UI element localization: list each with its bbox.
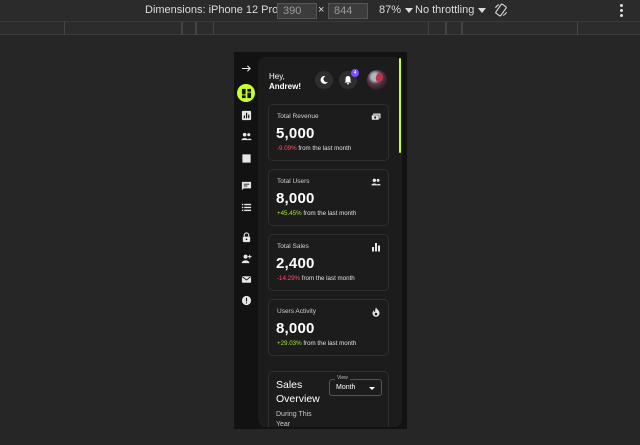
dashboard-icon <box>241 88 251 98</box>
overview-title: Sales Overview <box>276 379 320 405</box>
stat-card-activity: Users Activity 8,000 +29.03% from the la… <box>268 299 389 356</box>
chevron-down-icon <box>369 387 375 390</box>
stat-card-users: Total Users 8,000 +45.45% from the last … <box>268 169 389 226</box>
card-delta: -14.29% from the last month <box>277 275 355 282</box>
device-selector[interactable]: Dimensions: iPhone 12 Pro <box>145 4 292 16</box>
media-query-bar <box>0 22 640 35</box>
delta-suffix: from the last month <box>300 275 355 282</box>
sidebar-item-security[interactable] <box>237 228 255 246</box>
card-delta: +29.03% from the last month <box>277 340 356 347</box>
delta-suffix: from the last month <box>296 145 352 152</box>
scrollbar-thumb[interactable] <box>399 58 401 153</box>
people-icon <box>240 132 252 140</box>
viewport-height-input[interactable]: 844 <box>328 3 368 19</box>
delta-percent: +29.03% <box>277 340 302 347</box>
media-query-segment[interactable] <box>462 22 578 35</box>
throttling-label: No throttling <box>415 4 475 16</box>
notifications-button[interactable]: 4 <box>339 69 359 89</box>
media-query-segment[interactable] <box>182 22 196 35</box>
device-viewport: Hey, Andrew! 4 Total Revenue 5,000 -9.09… <box>234 52 407 429</box>
card-delta: +45.45% from the last month <box>277 210 356 217</box>
sidebar-item-messages[interactable] <box>237 177 255 195</box>
bar-chart-icon <box>241 110 251 120</box>
card-label: Total Sales <box>277 243 309 250</box>
bar-chart-icon <box>372 243 380 252</box>
viewport-width-input[interactable]: 390 <box>277 3 317 19</box>
sidebar-item-team[interactable] <box>237 127 255 145</box>
avatar[interactable] <box>367 70 387 90</box>
card-value: 5,000 <box>276 125 315 142</box>
throttling-selector[interactable]: No throttling <box>415 4 487 16</box>
greeting: Hey, Andrew! <box>269 72 301 92</box>
media-query-segment[interactable] <box>446 22 462 35</box>
delta-suffix: from the last month <box>301 340 357 347</box>
arrow-right-icon <box>241 64 251 72</box>
greeting-text: Hey, <box>269 72 285 81</box>
media-query-segment[interactable] <box>196 22 214 35</box>
view-select-value: Month <box>336 384 356 391</box>
list-icon <box>241 203 251 211</box>
payments-icon <box>371 113 381 121</box>
delta-percent: -9.09% <box>277 145 297 152</box>
view-select-label: View <box>335 375 350 381</box>
more-options-icon[interactable] <box>619 4 623 17</box>
card-label: Total Users <box>277 178 310 185</box>
zoom-selector[interactable]: 87% <box>379 4 414 16</box>
chevron-down-icon <box>478 7 487 13</box>
sidebar-item-pages[interactable] <box>237 149 255 167</box>
card-label: Total Revenue <box>277 113 319 120</box>
chevron-down-icon <box>405 7 414 13</box>
delta-suffix: from the last month <box>301 210 357 217</box>
zoom-label: 87% <box>379 4 402 16</box>
alert-icon <box>241 295 251 305</box>
view-select[interactable]: View Month <box>329 375 382 396</box>
delta-percent: +45.45% <box>277 210 302 217</box>
sidebar-item-add-user[interactable] <box>237 249 255 267</box>
person-add-icon <box>241 254 252 263</box>
card-delta: -9.09% from the last month <box>277 145 351 152</box>
sidebar <box>234 52 258 429</box>
people-icon <box>371 178 381 186</box>
stat-card-revenue: Total Revenue 5,000 -9.09% from the last… <box>268 104 389 161</box>
theme-toggle-button[interactable] <box>315 71 333 89</box>
lock-icon <box>242 231 250 242</box>
sidebar-item-list[interactable] <box>237 198 255 216</box>
sales-overview-panel: Sales Overview During This Year View Mon… <box>268 371 389 427</box>
sidebar-item-analytics[interactable] <box>237 106 255 124</box>
square-icon <box>241 153 251 163</box>
user-name: Andrew! <box>269 82 301 91</box>
rotate-device-icon[interactable] <box>494 3 508 17</box>
mail-icon <box>241 275 251 283</box>
sidebar-item-expand[interactable] <box>237 59 255 77</box>
stat-card-sales: Total Sales 2,400 -14.29% from the last … <box>268 234 389 291</box>
fire-icon <box>372 307 380 317</box>
card-value: 8,000 <box>276 190 315 207</box>
media-query-segment[interactable] <box>428 22 446 35</box>
delta-percent: -14.29% <box>277 275 301 282</box>
dimension-separator: × <box>318 4 325 16</box>
notification-badge: 4 <box>351 69 359 77</box>
chat-icon <box>241 181 251 190</box>
sidebar-item-dashboard[interactable] <box>237 84 255 102</box>
device-label: Dimensions: iPhone 12 Pro <box>145 4 279 16</box>
overview-subtitle: During This Year <box>276 411 312 427</box>
card-label: Users Activity <box>277 308 317 315</box>
sidebar-item-mail[interactable] <box>237 270 255 288</box>
devtools-device-toolbar: Dimensions: iPhone 12 Pro 390 × 844 87% … <box>0 0 640 22</box>
card-value: 2,400 <box>276 255 315 272</box>
card-value: 8,000 <box>276 320 315 337</box>
moon-icon <box>320 75 328 84</box>
sidebar-item-info[interactable] <box>237 291 255 309</box>
media-query-segment[interactable] <box>64 22 182 35</box>
dashboard-main: Hey, Andrew! 4 Total Revenue 5,000 -9.09… <box>258 57 402 427</box>
bell-icon <box>344 76 352 85</box>
